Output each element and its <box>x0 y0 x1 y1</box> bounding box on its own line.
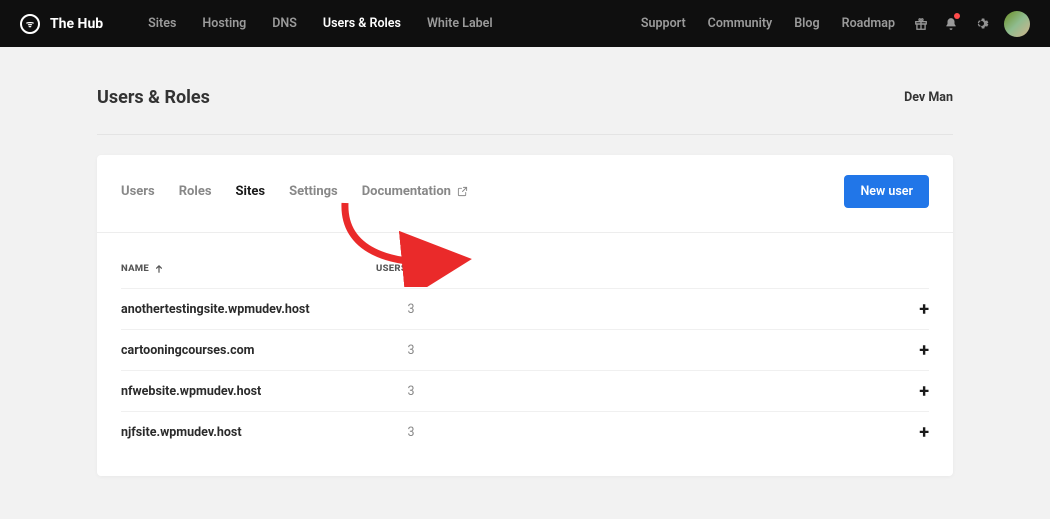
site-user-count: 3 <box>376 343 446 358</box>
tab-settings[interactable]: Settings <box>289 184 338 199</box>
arrow-up-icon <box>155 265 163 273</box>
topbar-left: ᯤ The Hub SitesHostingDNSUsers & RolesWh… <box>20 0 506 47</box>
table-row: njfsite.wpmudev.host3 + <box>121 411 929 452</box>
bell-icon[interactable] <box>936 0 966 47</box>
nav-sites[interactable]: Sites <box>135 0 189 47</box>
tab-documentation[interactable]: Documentation <box>362 184 468 199</box>
new-user-button[interactable]: New user <box>844 175 929 208</box>
arrow-down-icon <box>413 265 421 273</box>
tab-label: Sites <box>236 184 266 199</box>
nav-blog[interactable]: Blog <box>783 0 830 47</box>
col-header-name[interactable]: NAME <box>121 263 376 274</box>
topbar: ᯤ The Hub SitesHostingDNSUsers & RolesWh… <box>0 0 1050 47</box>
notification-dot <box>954 13 960 19</box>
topbar-right: SupportCommunityBlogRoadmap <box>630 0 1030 47</box>
gear-icon[interactable] <box>966 0 996 47</box>
site-name[interactable]: njfsite.wpmudev.host <box>121 425 376 440</box>
tab-users[interactable]: Users <box>121 184 155 199</box>
tab-label: Settings <box>289 184 338 199</box>
site-name[interactable]: cartooningcourses.com <box>121 343 376 358</box>
add-action[interactable]: + <box>899 422 929 443</box>
tab-sites[interactable]: Sites <box>236 184 266 199</box>
col-header-users[interactable]: USERS <box>376 263 446 274</box>
tab-label: Documentation <box>362 184 451 199</box>
nav-dns[interactable]: DNS <box>259 0 310 47</box>
add-action[interactable]: + <box>899 340 929 361</box>
col-users-label: USERS <box>376 263 407 274</box>
add-action[interactable]: + <box>899 381 929 402</box>
gift-icon[interactable] <box>906 0 936 47</box>
site-name[interactable]: anothertestingsite.wpmudev.host <box>121 302 376 317</box>
external-link-icon <box>457 186 468 197</box>
site-user-count: 3 <box>376 302 446 317</box>
table-header: NAME USERS <box>121 257 929 288</box>
table-row: nfwebsite.wpmudev.host3 + <box>121 370 929 411</box>
plus-icon: + <box>919 299 929 320</box>
brand-label: The Hub <box>50 16 103 32</box>
page-header: Users & Roles Dev Man <box>97 87 953 135</box>
nav-support[interactable]: Support <box>630 0 697 47</box>
nav-white-label[interactable]: White Label <box>414 0 506 47</box>
nav-roadmap[interactable]: Roadmap <box>831 0 906 47</box>
page-body: Users & Roles Dev Man Users Roles Sites Set… <box>97 47 953 476</box>
tab-roles[interactable]: Roles <box>179 184 212 199</box>
add-action[interactable]: + <box>899 299 929 320</box>
tabs: Users Roles Sites Settings Documentation <box>121 184 468 199</box>
col-name-label: NAME <box>121 263 149 274</box>
site-user-count: 3 <box>376 425 446 440</box>
content-card: Users Roles Sites Settings Documentation New… <box>97 155 953 476</box>
avatar[interactable] <box>1004 11 1030 37</box>
plus-icon: + <box>919 340 929 361</box>
table-row: anothertestingsite.wpmudev.host3 + <box>121 288 929 329</box>
plus-icon: + <box>919 381 929 402</box>
plus-icon: + <box>919 422 929 443</box>
sites-table: NAME USERS anothertestingsite.wpmudev.ho… <box>97 233 953 476</box>
nav-community[interactable]: Community <box>697 0 784 47</box>
table-row: cartooningcourses.com3 + <box>121 329 929 370</box>
tabs-row: Users Roles Sites Settings Documentation New… <box>97 155 953 233</box>
current-user-label: Dev Man <box>904 90 953 105</box>
page-title: Users & Roles <box>97 87 210 108</box>
logo-icon: ᯤ <box>20 14 40 34</box>
nav-hosting[interactable]: Hosting <box>189 0 259 47</box>
site-name[interactable]: nfwebsite.wpmudev.host <box>121 384 376 399</box>
site-user-count: 3 <box>376 384 446 399</box>
brand-home[interactable]: ᯤ The Hub <box>20 14 103 34</box>
tab-label: Roles <box>179 184 212 199</box>
tab-label: Users <box>121 184 155 199</box>
nav-users-roles[interactable]: Users & Roles <box>310 0 414 47</box>
